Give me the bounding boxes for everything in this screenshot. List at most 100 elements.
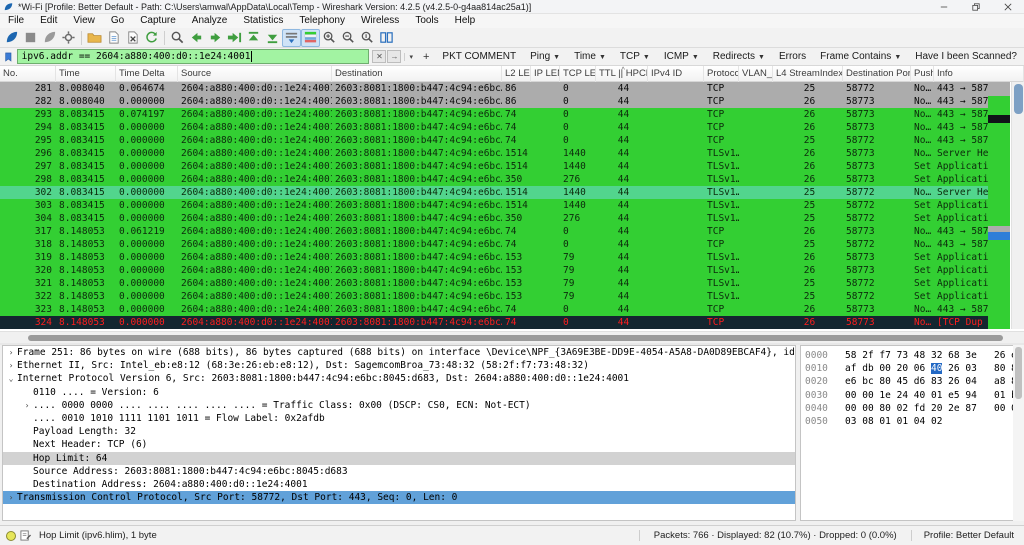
go-to-packet-icon[interactable] [225, 29, 244, 47]
find-packet-icon[interactable] [168, 29, 187, 47]
reload-file-icon[interactable] [142, 29, 161, 47]
expander-icon[interactable]: › [21, 399, 33, 412]
menu-capture[interactable]: Capture [132, 14, 184, 28]
column-header-l4-streamindex[interactable]: L4 StreamIndex [773, 66, 843, 82]
filter-button-errors[interactable]: Errors [772, 49, 813, 65]
zoom-out-icon[interactable] [339, 29, 358, 47]
filter-button-time[interactable]: Time▼ [567, 49, 613, 65]
filter-button-redirects[interactable]: Redirects▼ [706, 49, 772, 65]
hex-row-0050[interactable]: 0050 03 08 01 01 04 02 [805, 415, 1021, 428]
packet-row-295[interactable]: 2958.0834150.0000002604:a880:400:d0::1e2… [0, 134, 988, 147]
detail-line-7[interactable]: Next Header: TCP (6) [3, 438, 795, 451]
capture-comment-icon[interactable] [20, 530, 31, 541]
restore-button[interactable] [960, 0, 992, 14]
column-header-ttl-hpcnt[interactable]: TTL || HPCNT^ [596, 66, 648, 82]
filter-button-frame-contains[interactable]: Frame Contains▼ [813, 49, 908, 65]
column-header-info[interactable]: Info [934, 66, 1024, 82]
packet-row-317[interactable]: 3178.1480530.0612192604:a880:400:d0::1e2… [0, 225, 988, 238]
expander-icon[interactable]: › [5, 346, 17, 359]
detail-line-9[interactable]: Source Address: 2603:8081:1800:b447:4c94… [3, 465, 795, 478]
bytes-scrollbar-thumb[interactable] [1015, 347, 1022, 399]
hex-row-0020[interactable]: 0020 e6 bc 80 45 d6 83 26 04 a8 80 04 [805, 375, 1021, 388]
column-header-l2-len[interactable]: L2 LEN [502, 66, 531, 82]
packet-row-293[interactable]: 2938.0834150.0741972604:a880:400:d0::1e2… [0, 108, 988, 121]
packet-row-322[interactable]: 3228.1480530.0000002604:a880:400:d0::1e2… [0, 290, 988, 303]
packet-row-319[interactable]: 3198.1480530.0000002604:a880:400:d0::1e2… [0, 251, 988, 264]
column-header-source[interactable]: Source [178, 66, 332, 82]
packet-row-302[interactable]: 3028.0834150.0000002604:a880:400:d0::1e2… [0, 186, 988, 199]
column-header-ipv4-id[interactable]: IPv4 ID [648, 66, 704, 82]
restart-capture-icon[interactable] [40, 29, 59, 47]
go-last-icon[interactable] [263, 29, 282, 47]
column-header-ip-len[interactable]: IP LEN [531, 66, 560, 82]
packet-list-vscrollbar[interactable] [1011, 82, 1024, 329]
detail-line-0[interactable]: ›Frame 251: 86 bytes on wire (688 bits),… [3, 346, 795, 359]
column-header-push[interactable]: Push [911, 66, 934, 82]
filter-button-pkt-comment[interactable]: PKT COMMENT [435, 49, 523, 65]
filter-button-tcp[interactable]: TCP▼ [613, 49, 657, 65]
detail-line-8[interactable]: Hop Limit: 64 [3, 452, 795, 465]
detail-line-1[interactable]: ›Ethernet II, Src: Intel_eb:e8:12 (68:3e… [3, 359, 795, 372]
filter-clear-icon[interactable]: ✕ [372, 50, 386, 63]
menu-tools[interactable]: Tools [407, 14, 446, 28]
detail-line-3[interactable]: 0110 .... = Version: 6 [3, 386, 795, 399]
column-header-no-[interactable]: No. [0, 66, 56, 82]
close-file-icon[interactable] [123, 29, 142, 47]
menu-file[interactable]: File [0, 14, 32, 28]
packet-row-320[interactable]: 3208.1480530.0000002604:a880:400:d0::1e2… [0, 264, 988, 277]
hex-row-0040[interactable]: 0040 00 00 80 02 fd 20 2e 87 00 00 02 [805, 402, 1021, 415]
expander-icon[interactable]: ⌄ [5, 372, 17, 385]
stop-capture-icon[interactable] [21, 29, 40, 47]
go-back-icon[interactable] [187, 29, 206, 47]
zoom-original-icon[interactable] [358, 29, 377, 47]
menu-telephony[interactable]: Telephony [291, 14, 353, 28]
close-button[interactable] [992, 0, 1024, 14]
packet-row-298[interactable]: 2988.0834150.0000002604:a880:400:d0::1e2… [0, 173, 988, 186]
filter-apply-icon[interactable]: → [387, 50, 401, 63]
packet-row-303[interactable]: 3038.0834150.0000002604:a880:400:d0::1e2… [0, 199, 988, 212]
start-capture-icon[interactable] [2, 29, 21, 47]
bytes-vscrollbar[interactable] [1013, 345, 1024, 521]
capture-options-icon[interactable] [59, 29, 78, 47]
packet-row-297[interactable]: 2978.0834150.0000002604:a880:400:d0::1e2… [0, 160, 988, 173]
hex-row-0010[interactable]: 0010 af db 00 20 06 40 26 03 80 81 18 [805, 362, 1021, 375]
vscrollbar-thumb[interactable] [1014, 84, 1023, 114]
detail-line-5[interactable]: .... 0010 1010 1111 1101 1011 = Flow Lab… [3, 412, 795, 425]
menu-go[interactable]: Go [103, 14, 132, 28]
packet-row-296[interactable]: 2968.0834150.0000002604:a880:400:d0::1e2… [0, 147, 988, 160]
detail-line-2[interactable]: ⌄Internet Protocol Version 6, Src: 2603:… [3, 372, 795, 385]
auto-scroll-icon[interactable] [282, 29, 301, 47]
detail-line-11[interactable]: ›Transmission Control Protocol, Src Port… [3, 491, 795, 504]
menu-view[interactable]: View [65, 14, 103, 28]
hex-row-0030[interactable]: 0030 00 00 1e 24 40 01 e5 94 01 bb 7c [805, 389, 1021, 402]
intelligent-scrollbar[interactable] [988, 82, 1010, 329]
menu-statistics[interactable]: Statistics [235, 14, 291, 28]
column-header-tcp-len[interactable]: TCP LEN [560, 66, 596, 82]
packet-row-282[interactable]: 2828.0080400.0000002604:a880:400:d0::1e2… [0, 95, 988, 108]
packet-row-324[interactable]: 3248.1480530.0000002604:a880:400:d0::1e2… [0, 316, 988, 329]
expander-icon[interactable]: › [5, 359, 17, 372]
status-profile[interactable]: Profile: Better Default [911, 530, 1024, 541]
column-header-protocol[interactable]: Protocol [704, 66, 739, 82]
filter-button-icmp[interactable]: ICMP▼ [657, 49, 706, 65]
column-header-time-delta[interactable]: Time Delta [116, 66, 178, 82]
packet-row-318[interactable]: 3188.1480530.0000002604:a880:400:d0::1e2… [0, 238, 988, 251]
colorize-icon[interactable] [301, 29, 320, 47]
add-filter-button[interactable]: + [417, 51, 435, 63]
packet-row-323[interactable]: 3238.1480530.0000002604:a880:400:d0::1e2… [0, 303, 988, 316]
column-header-destination[interactable]: Destination [332, 66, 502, 82]
column-header-destination-port[interactable]: Destination Port [843, 66, 911, 82]
go-forward-icon[interactable] [206, 29, 225, 47]
packet-row-294[interactable]: 2948.0834150.0000002604:a880:400:d0::1e2… [0, 121, 988, 134]
column-header-vlan-id[interactable]: VLAN_ID [739, 66, 773, 82]
packet-row-321[interactable]: 3218.1480530.0000002604:a880:400:d0::1e2… [0, 277, 988, 290]
resize-columns-icon[interactable] [377, 29, 396, 47]
menu-analyze[interactable]: Analyze [184, 14, 236, 28]
minimize-button[interactable] [928, 0, 960, 14]
filter-bookmark-icon[interactable] [3, 50, 14, 64]
save-file-icon[interactable] [104, 29, 123, 47]
zoom-in-icon[interactable] [320, 29, 339, 47]
filter-button-have-i-been-scanned-[interactable]: Have I been Scanned? [908, 49, 1024, 65]
detail-line-10[interactable]: Destination Address: 2604:a880:400:d0::1… [3, 478, 795, 491]
menu-help[interactable]: Help [447, 14, 484, 28]
